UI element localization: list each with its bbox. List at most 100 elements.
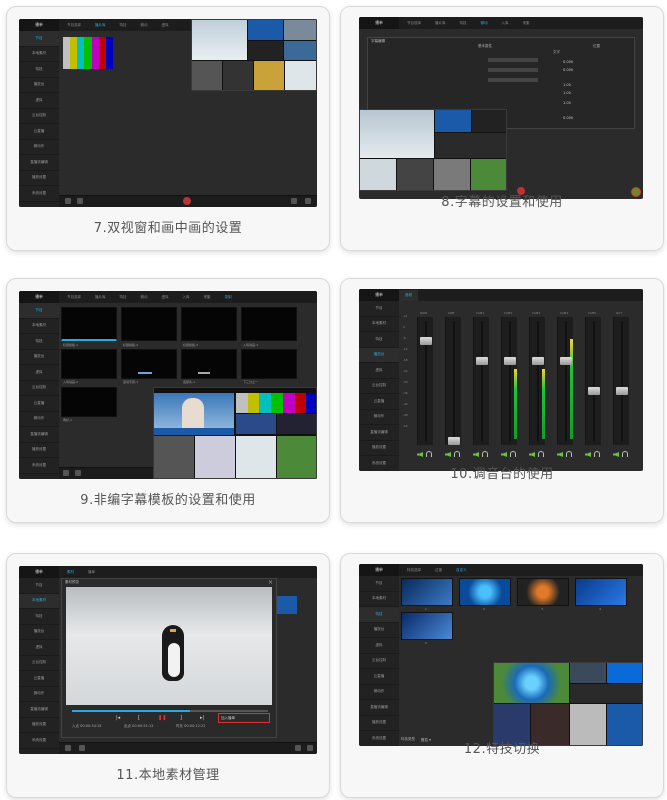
remove-icon[interactable] [79,745,85,751]
template-preview[interactable] [153,387,317,479]
sidebar-item[interactable]: 播放台 [359,623,399,638]
tab[interactable]: 虚拟 [162,23,169,28]
sidebar-item[interactable]: 本地素材 [359,317,399,332]
color-bars-thumb[interactable] [63,37,113,69]
card-caption-templates[interactable]: 播单 节目 本地素材 特技 播放台 虚拟 云台控制 云直播 微动作 直播流编辑 … [6,278,330,523]
pause-icon[interactable]: ❚❚ [158,715,166,721]
fader-knob[interactable] [420,337,432,345]
sidebar-item[interactable]: 特技 [359,332,399,348]
fader-knob[interactable] [448,437,460,445]
settings-icon[interactable] [291,198,297,204]
tab[interactable]: 特技 [460,21,467,26]
sidebar-item[interactable]: 虚拟 [359,638,399,654]
headphone-icon[interactable] [538,451,544,457]
headphone-icon[interactable] [426,451,432,457]
sidebar-item[interactable]: 微动作 [19,687,59,702]
sidebar-item[interactable]: 特技 [359,607,399,623]
tab[interactable]: 素材 [67,570,74,575]
template-thumb[interactable] [61,307,117,341]
card-audio-mixer[interactable]: 播单 节目 本地素材 特技 播放台 虚拟 云台控制 云直播 微动作 直播流编辑 … [340,278,664,523]
fader-knob[interactable] [560,357,572,365]
sidebar-item[interactable]: 播放设置 [19,171,59,186]
tab[interactable]: 特技 [120,295,127,300]
headphone-icon[interactable] [566,451,572,457]
sidebar-item[interactable]: 直播流编辑 [359,700,399,716]
add-to-playlist-button[interactable]: 加入播单 [218,713,270,723]
sidebar-item[interactable]: 播放台 [19,625,59,640]
mark-in-icon[interactable]: [ [138,715,140,721]
template-thumb[interactable] [181,307,237,341]
tab[interactable]: 入库 [183,295,190,300]
sidebar-item[interactable]: 直播流编辑 [19,702,59,718]
tab[interactable]: 微动 [481,21,488,26]
sidebar-item[interactable]: 直播流编辑 [359,425,399,441]
tab[interactable]: 微动 [141,295,148,300]
tab[interactable]: 播单 [88,570,95,575]
sidebar-item[interactable]: 节目 [19,578,59,594]
sidebar-item[interactable]: 节目 [359,301,399,317]
settings-icon[interactable] [295,745,301,751]
sidebar-item[interactable]: 本地素材 [19,593,59,609]
tab[interactable]: 播片库 [95,295,106,300]
sidebar-item[interactable]: 本地素材 [359,592,399,607]
card-dual-view-pip[interactable]: 播单 节目 本地素材 特技 播放台 虚拟 云台控制 云直播 微动作 直播流编辑 … [6,6,330,251]
fader-knob[interactable] [588,387,600,395]
sidebar-item[interactable]: 云台控制 [359,379,399,394]
sidebar-item[interactable]: 特技 [19,334,59,350]
sidebar-item[interactable]: 虚拟 [19,93,59,109]
sidebar-item[interactable]: 节目 [19,303,59,319]
card-transition-effects[interactable]: 播单 节目 本地素材 特技 播放台 虚拟 云台控制 云直播 微动作 直播流编辑 … [340,553,664,798]
sidebar-item[interactable]: 虚拟 [359,363,399,379]
template-thumb[interactable] [61,349,117,379]
sidebar-item[interactable]: 微动作 [19,140,59,155]
timeline-slider[interactable] [72,710,268,712]
value-field[interactable]: 0.000 [563,116,573,120]
sidebar-item[interactable]: 云直播 [359,394,399,410]
tab-audio[interactable]: 音频 [399,289,418,301]
add-icon[interactable] [65,198,71,204]
sidebar-item[interactable]: 特技 [19,609,59,625]
side-thumb[interactable] [277,596,297,614]
sidebar-item[interactable]: 特技 [19,62,59,78]
template-thumb[interactable] [121,349,177,379]
tab[interactable]: 采集 [204,295,211,300]
tab[interactable]: 特技选择 [407,568,421,573]
headphone-icon[interactable] [622,451,628,457]
effect-thumb[interactable] [401,578,453,606]
tab[interactable]: 录制 [225,295,232,300]
tab[interactable]: 自定义 [456,568,467,573]
sidebar-item[interactable]: 云直播 [359,669,399,685]
record-button[interactable] [183,197,191,205]
speaker-icon[interactable] [473,452,479,457]
sidebar-item[interactable]: 直播流编辑 [19,427,59,443]
sidebar-item[interactable]: 微动作 [19,412,59,427]
headphone-icon[interactable] [510,451,516,457]
headphone-icon[interactable] [594,451,600,457]
sidebar-item[interactable]: 系统设置 [19,733,59,749]
sidebar-item[interactable]: 系统设置 [19,458,59,474]
sidebar-item[interactable]: 播放台 [19,78,59,93]
fader-knob[interactable] [476,357,488,365]
sidebar-item[interactable]: 虚拟 [19,640,59,656]
value-field[interactable]: 1.00 [563,91,571,95]
speaker-icon[interactable] [529,452,535,457]
effect-thumb[interactable] [459,578,511,606]
fader-knob[interactable] [616,387,628,395]
tab[interactable]: 入库 [502,21,509,26]
template-thumb[interactable] [61,387,117,417]
add-icon[interactable] [65,745,71,751]
sidebar-item[interactable]: 云直播 [19,396,59,412]
speaker-icon[interactable] [613,452,619,457]
template-thumb[interactable] [241,307,297,341]
tab[interactable]: 采集 [523,21,530,26]
speaker-icon[interactable] [501,452,507,457]
speaker-icon[interactable] [585,452,591,457]
speaker-icon[interactable] [417,452,423,457]
effect-thumb[interactable] [575,578,627,606]
sidebar-item[interactable]: 本地素材 [19,47,59,62]
grid-icon[interactable] [307,745,313,751]
sidebar-item[interactable]: 云台控制 [19,656,59,671]
sidebar-item[interactable]: 播放设置 [359,716,399,731]
sidebar-item[interactable]: 节目 [359,576,399,592]
value-field[interactable]: 0.000 [563,68,573,72]
